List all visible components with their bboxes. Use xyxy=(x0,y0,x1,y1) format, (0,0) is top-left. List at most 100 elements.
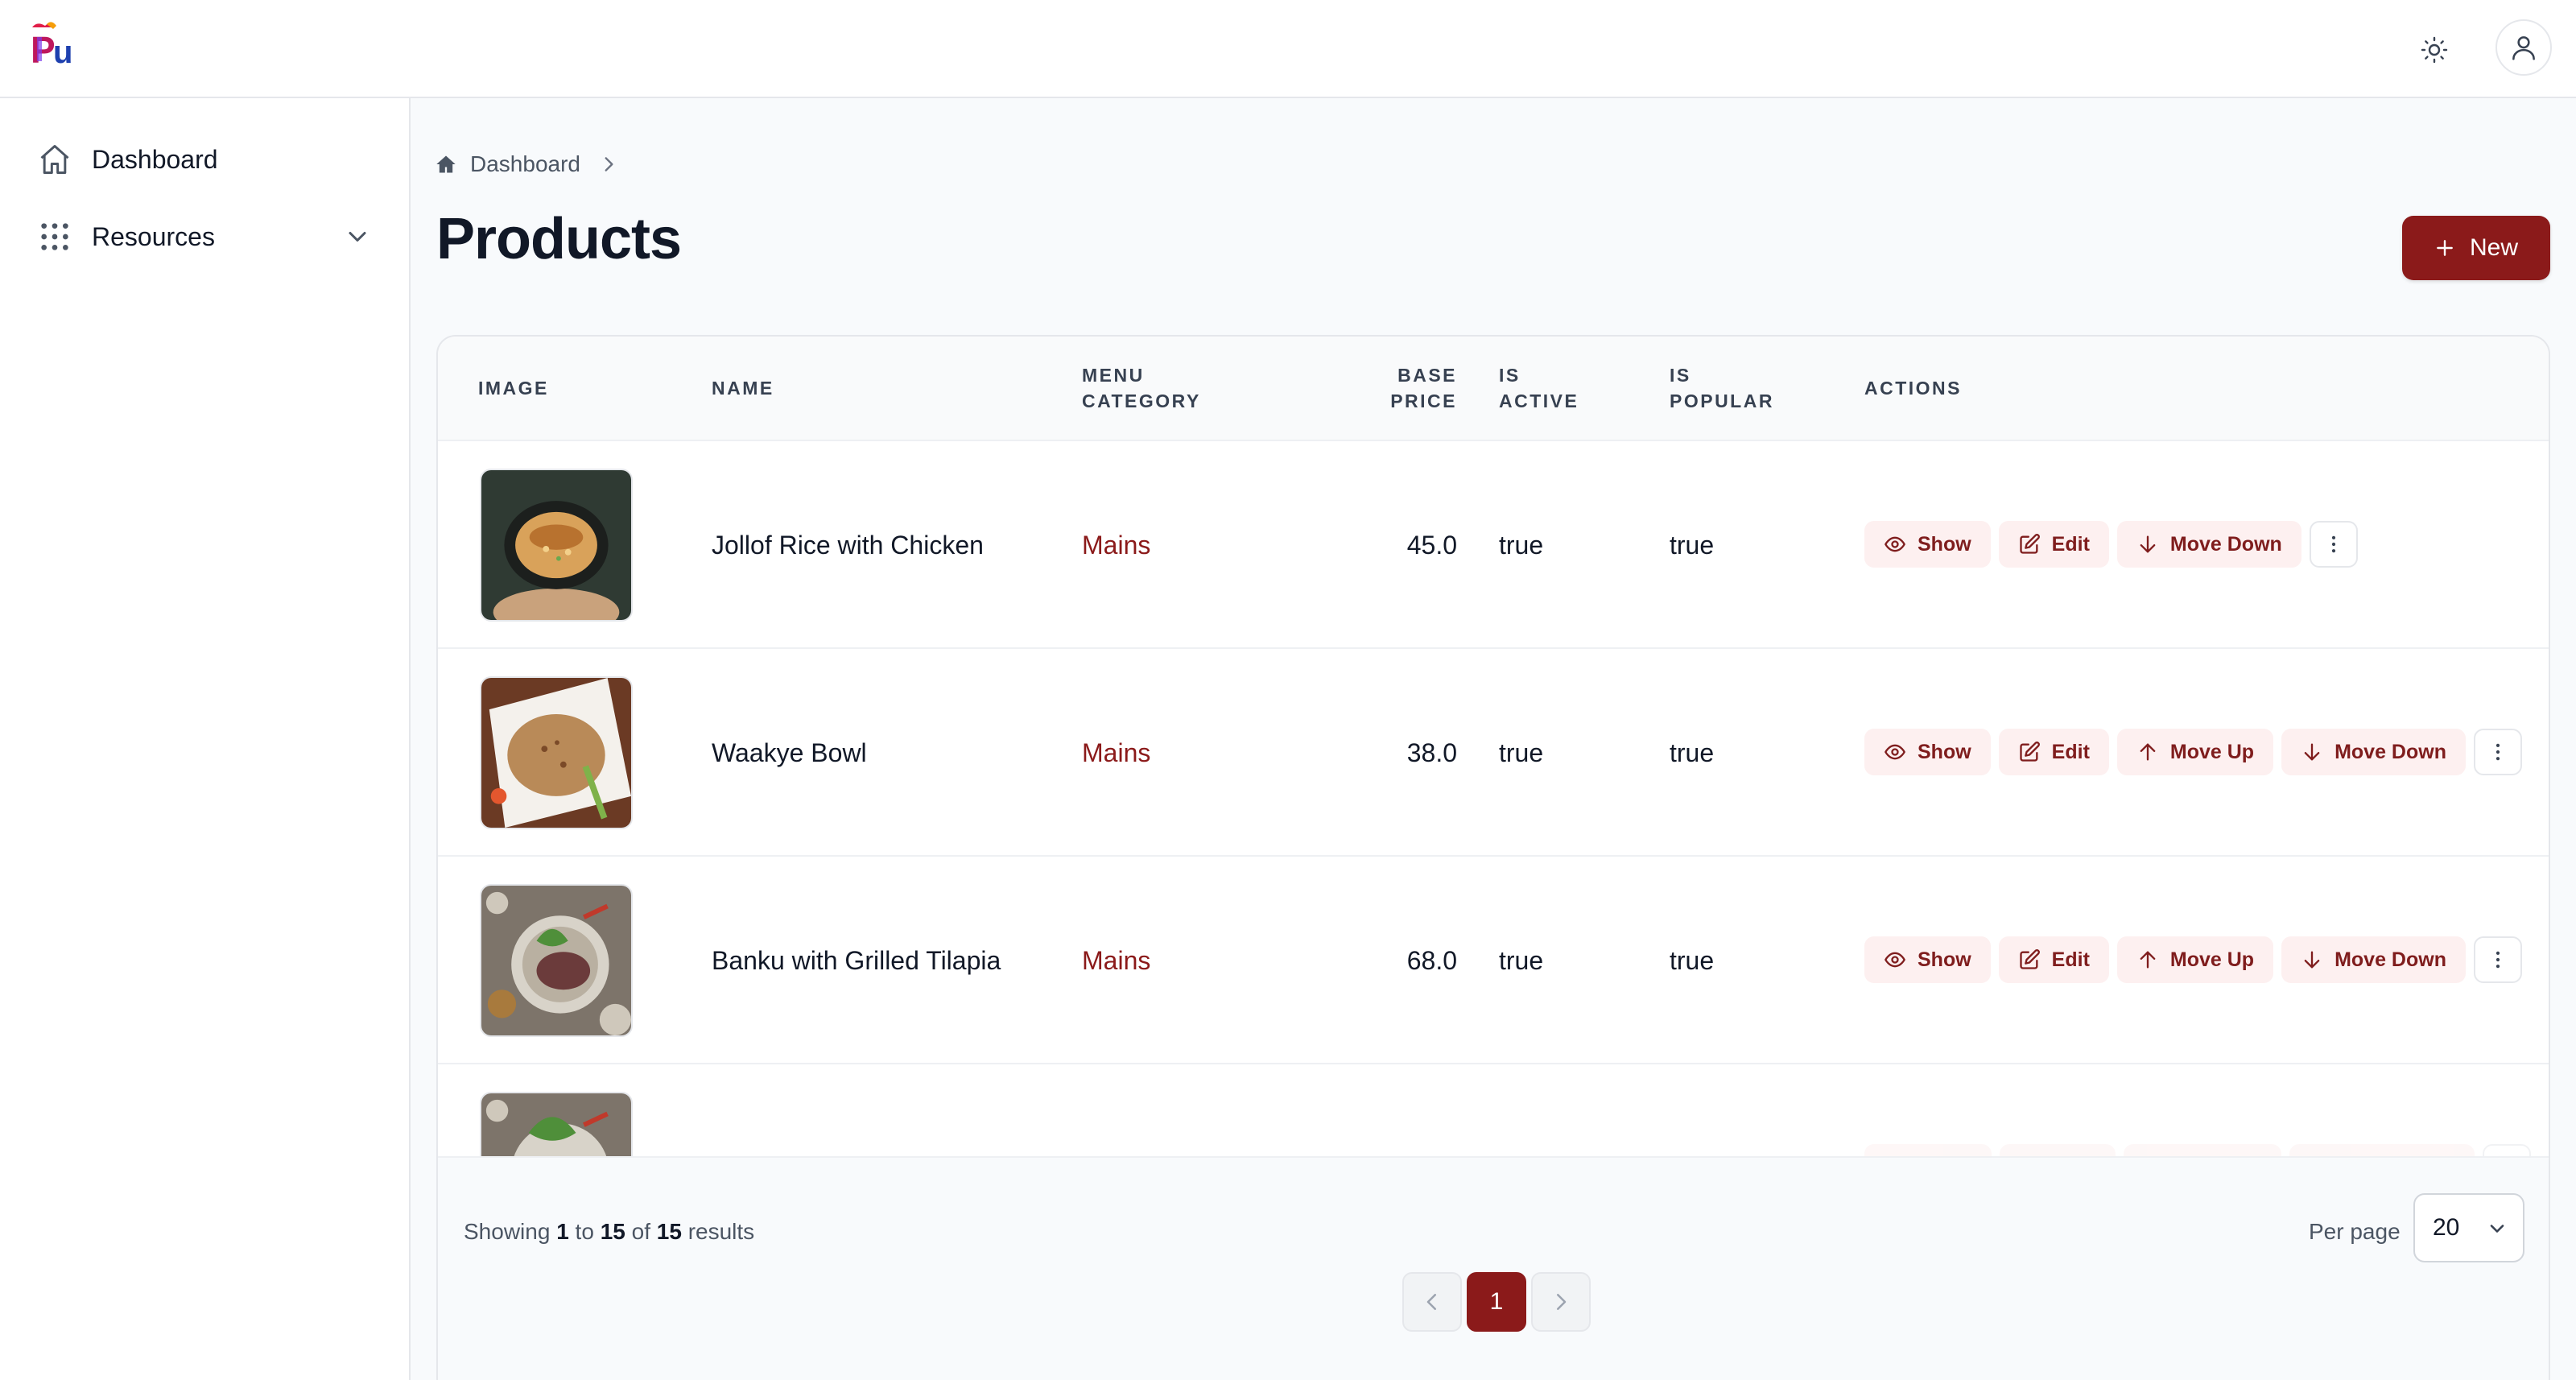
table-row[interactable]: Jollof Rice with Chicken Mains 45.0 true… xyxy=(438,441,2549,649)
sidebar-item-label: Resources xyxy=(92,221,215,251)
show-label: Show xyxy=(1918,532,1971,556)
edit-icon xyxy=(2020,742,2040,762)
column-header-base-price[interactable]: BASE PRICE xyxy=(1348,362,1457,414)
chevron-left-icon xyxy=(1426,1294,1436,1310)
showing-prefix: Showing xyxy=(464,1219,551,1244)
sun-icon xyxy=(2421,36,2448,64)
product-name: Waakye Bowl xyxy=(712,738,867,767)
product-base-price: 45.0 xyxy=(1406,530,1457,560)
grid-dots-icon xyxy=(32,214,77,259)
column-header-line: IS xyxy=(1499,365,1521,386)
move-down-button[interactable]: Move Down xyxy=(2281,936,2466,983)
results-summary: Showing 1 to 15 of 15 results xyxy=(464,1219,754,1245)
per-page-select[interactable]: 20 xyxy=(2413,1193,2524,1262)
more-actions-button[interactable] xyxy=(2309,521,2358,568)
column-header-line: IS xyxy=(1670,365,1691,386)
sidebar-item-resources[interactable]: Resources xyxy=(32,208,378,266)
product-is-active: true xyxy=(1499,530,1544,560)
theme-toggle-button[interactable] xyxy=(2412,27,2457,72)
show-label: Show xyxy=(1918,948,1971,971)
edit-icon xyxy=(2020,949,2040,969)
table-header: IMAGE NAME MENU CATEGORY BASE PRICE IS A… xyxy=(438,337,2549,441)
user-menu-button[interactable] xyxy=(2496,19,2552,76)
column-header-line: PRICE xyxy=(1390,390,1457,411)
arrow-up-icon xyxy=(2140,743,2156,761)
product-image[interactable] xyxy=(480,469,633,622)
page-button-current[interactable]: 1 xyxy=(1467,1272,1526,1332)
edit-button[interactable]: Edit xyxy=(1998,936,2109,983)
page-title: Products xyxy=(436,207,682,271)
svg-text:u: u xyxy=(53,35,72,68)
column-header-name[interactable]: NAME xyxy=(712,375,774,401)
move-up-label: Move Up xyxy=(2169,948,2255,971)
row-actions: Show Edit Move Down xyxy=(1864,521,2358,568)
product-is-active: true xyxy=(1499,945,1544,975)
sidebar: Dashboard Resources xyxy=(0,98,411,1380)
eye-icon xyxy=(1885,952,1905,968)
more-actions-button[interactable] xyxy=(2473,729,2522,775)
product-is-popular: true xyxy=(1670,530,1715,560)
new-button-label: New xyxy=(2469,234,2518,261)
results-word: results xyxy=(687,1219,755,1244)
product-name: Jollof Rice with Chicken xyxy=(712,530,984,560)
home-icon[interactable] xyxy=(435,153,457,176)
show-button[interactable]: Show xyxy=(1864,521,1991,568)
breadcrumb: Dashboard xyxy=(435,148,619,180)
move-up-button[interactable]: Move Up xyxy=(2116,936,2274,983)
user-icon xyxy=(2512,36,2535,60)
edit-icon xyxy=(2020,534,2040,554)
logo-mark: P u xyxy=(31,22,72,71)
edit-button[interactable]: Edit xyxy=(1998,521,2109,568)
product-category-link[interactable]: Mains xyxy=(1082,857,1150,1064)
app-logo[interactable]: P u xyxy=(29,21,82,71)
move-down-label: Move Down xyxy=(2334,740,2446,763)
product-is-active: true xyxy=(1499,738,1544,767)
chevron-right-icon xyxy=(1557,1294,1567,1310)
move-down-label: Move Down xyxy=(2169,532,2282,556)
plus-icon xyxy=(2437,240,2453,256)
chevron-down-icon xyxy=(2490,1225,2504,1233)
product-category-link[interactable]: Mains xyxy=(1082,441,1150,649)
move-up-button[interactable]: Move Up xyxy=(2116,729,2274,775)
product-is-popular: true xyxy=(1670,738,1715,767)
sidebar-item-dashboard[interactable]: Dashboard xyxy=(32,130,378,188)
show-button[interactable]: Show xyxy=(1864,936,1991,983)
more-actions-button[interactable] xyxy=(2473,936,2522,983)
results-from: 1 xyxy=(556,1219,569,1244)
product-image[interactable] xyxy=(480,884,633,1037)
new-button[interactable]: New xyxy=(2402,216,2550,280)
show-button[interactable]: Show xyxy=(1864,729,1991,775)
kebab-menu-icon xyxy=(2331,535,2335,553)
column-header-line: BASE xyxy=(1397,365,1457,386)
next-page-button[interactable] xyxy=(1531,1272,1591,1332)
table-row[interactable]: Waakye Bowl Mains 38.0 true true Show Ed… xyxy=(438,649,2549,857)
previous-page-button[interactable] xyxy=(1402,1272,1462,1332)
move-down-button[interactable]: Move Down xyxy=(2281,729,2466,775)
home-icon xyxy=(32,137,77,182)
kebab-menu-icon xyxy=(2496,743,2500,761)
move-down-button[interactable]: Move Down xyxy=(2116,521,2301,568)
kebab-menu-icon xyxy=(2496,951,2500,969)
chevron-down-icon[interactable] xyxy=(343,222,372,251)
product-category-link[interactable]: Mains xyxy=(1082,649,1150,857)
of-word: of xyxy=(631,1219,650,1244)
column-header-menu-category[interactable]: MENU CATEGORY xyxy=(1082,362,1201,414)
product-image[interactable] xyxy=(480,676,633,829)
edit-button[interactable]: Edit xyxy=(1998,729,2109,775)
column-header-line: POPULAR xyxy=(1670,390,1774,411)
product-name: Banku with Grilled Tilapia xyxy=(712,945,1001,975)
edit-label: Edit xyxy=(2051,532,2090,556)
column-header-is-popular[interactable]: IS POPULAR xyxy=(1670,362,1774,414)
move-up-label: Move Up xyxy=(2169,740,2255,763)
breadcrumb-item-dashboard[interactable]: Dashboard xyxy=(470,151,580,177)
svg-text:P: P xyxy=(31,29,56,68)
column-header-is-active[interactable]: IS ACTIVE xyxy=(1499,362,1579,414)
eye-icon xyxy=(1885,536,1905,552)
table-row[interactable]: Banku with Grilled Tilapia Mains 68.0 tr… xyxy=(438,857,2549,1064)
arrow-down-icon xyxy=(2140,535,2156,553)
column-header-image[interactable]: IMAGE xyxy=(478,375,549,401)
row-actions: Show Edit Move Up Move Down xyxy=(1864,936,2522,983)
column-header-actions: ACTIONS xyxy=(1864,378,1962,399)
pagination: 1 xyxy=(1402,1272,1591,1332)
column-header-line: CATEGORY xyxy=(1082,390,1201,411)
